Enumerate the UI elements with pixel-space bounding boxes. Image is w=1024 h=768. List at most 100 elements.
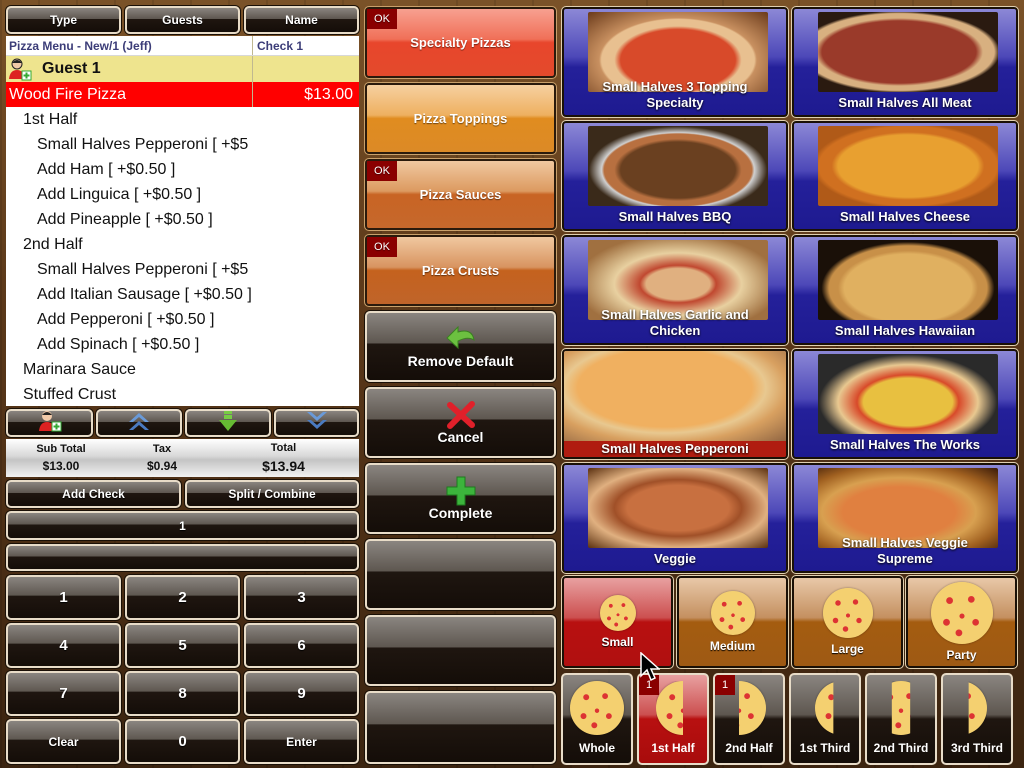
order-line-group[interactable]: 1st Half — [6, 107, 359, 132]
keypad-key-label: Clear — [48, 734, 79, 749]
category-pizza-sauces[interactable]: OK Pizza Sauces — [364, 158, 557, 231]
pizza-size-icon — [710, 591, 755, 635]
keypad-key-8[interactable]: 8 — [125, 671, 240, 716]
keypad-key-enter[interactable]: Enter — [244, 719, 359, 764]
empty-action-button-1[interactable] — [365, 539, 556, 610]
guest-row[interactable]: Guest 1 — [6, 56, 359, 82]
pizza-tile[interactable]: Small Halves Veggie Supreme — [791, 462, 1019, 574]
portion-label: Whole — [579, 741, 615, 755]
category-specialty-pizzas[interactable]: OK Specialty Pizzas — [364, 6, 557, 79]
size-label: Large — [831, 642, 864, 656]
size-medium-button[interactable]: Medium — [676, 575, 789, 669]
order-line-text: Small Halves Pepperoni [ +$5 — [37, 135, 249, 153]
portion-1st-half-button[interactable]: 1 1st Half — [637, 673, 709, 765]
portion-label: 1st Third — [799, 741, 851, 755]
add-guest-button[interactable] — [6, 409, 93, 437]
pizza-tile[interactable]: Veggie — [561, 462, 789, 574]
order-line-text: Small Halves Pepperoni [ +$5 — [37, 260, 249, 278]
tax-label: Tax — [152, 443, 172, 455]
category-pizza-toppings[interactable]: Pizza Toppings — [364, 82, 557, 155]
keypad-key-label: 1 — [59, 589, 68, 606]
complete-button[interactable]: Complete — [365, 463, 556, 534]
total: Total $13.94 — [208, 439, 359, 477]
pizza-name: Small Halves BBQ — [618, 209, 732, 224]
order-line-modifier[interactable]: Add Italian Sausage [ +$0.50 ] — [6, 282, 359, 307]
empty-action-button-3[interactable] — [365, 691, 556, 764]
order-line-modifier[interactable]: Add Pineapple [ +$0.50 ] — [6, 207, 359, 232]
pizza-tile[interactable]: Small Halves Hawaiian — [791, 234, 1019, 346]
size-label: Party — [946, 648, 977, 662]
red-x-icon — [446, 400, 476, 429]
order-line-modifier[interactable]: Small Halves Pepperoni [ +$5 — [6, 132, 359, 157]
pizza-tile[interactable]: Small Halves BBQ — [561, 120, 789, 232]
remove-default-label: Remove Default — [407, 352, 514, 369]
add-guest-icon — [38, 410, 62, 437]
keypad-key-0[interactable]: 0 — [125, 719, 240, 764]
portion-whole-button[interactable]: Whole — [561, 673, 633, 765]
tab-type[interactable]: Type — [6, 6, 121, 34]
tax-value: $0.94 — [146, 459, 178, 473]
keypad-key-3[interactable]: 3 — [244, 575, 359, 620]
keypad-key-6[interactable]: 6 — [244, 623, 359, 668]
pizza-photo — [564, 351, 786, 443]
quantity-value: 1 — [179, 518, 186, 533]
remove-default-button[interactable]: Remove Default — [365, 311, 556, 382]
tab-guests-label: Guests — [162, 13, 203, 27]
keypad-key-7[interactable]: 7 — [6, 671, 121, 716]
portion-2nd-half-button[interactable]: 1 2nd Half — [713, 673, 785, 765]
add-check-button[interactable]: Add Check — [6, 480, 181, 508]
order-line-modifier[interactable]: Add Ham [ +$0.50 ] — [6, 157, 359, 182]
pizza-tile[interactable]: Small Halves All Meat — [791, 6, 1019, 118]
pizza-name: Small Halves Hawaiian — [834, 323, 976, 338]
scroll-up-button[interactable] — [96, 409, 182, 437]
tab-name[interactable]: Name — [244, 6, 359, 34]
pizza-tile[interactable]: Small Halves 3 Topping Specialty — [561, 6, 789, 118]
keypad-key-clear[interactable]: Clear — [6, 719, 121, 764]
order-line-modifier[interactable]: Small Halves Pepperoni [ +$5 — [6, 257, 359, 282]
move-down-button[interactable] — [185, 409, 271, 437]
subtotal-label: Sub Total — [36, 443, 86, 455]
empty-action-button-2[interactable] — [365, 615, 556, 686]
pizza-photo — [818, 240, 998, 320]
tab-guests[interactable]: Guests — [125, 6, 240, 34]
complete-label: Complete — [428, 504, 493, 521]
scroll-down-button[interactable] — [274, 409, 359, 437]
cancel-button[interactable]: Cancel — [365, 387, 556, 458]
pizza-size-icon — [822, 588, 873, 638]
size-party-button[interactable]: Party — [905, 575, 1018, 669]
pizza-tile[interactable]: Small Halves The Works — [791, 348, 1019, 460]
keypad-key-4[interactable]: 4 — [6, 623, 121, 668]
tab-type-label: Type — [49, 13, 78, 27]
order-line-modifier[interactable]: Add Pepperoni [ +$0.50 ] — [6, 307, 359, 332]
category-pizza-crusts[interactable]: OK Pizza Crusts — [364, 234, 557, 307]
cancel-label: Cancel — [437, 428, 484, 445]
order-line-group[interactable]: Stuffed Crust — [6, 382, 359, 406]
tab-name-label: Name — [285, 13, 318, 27]
ok-badge: OK — [367, 237, 397, 257]
quantity-display[interactable]: 1 — [6, 511, 359, 540]
order-line-text: Add Pineapple [ +$0.50 ] — [37, 210, 213, 228]
portion-2nd-third-button[interactable]: 2nd Third — [865, 673, 937, 765]
portion-1st-third-button[interactable]: 1st Third — [789, 673, 861, 765]
keypad-key-label: Enter — [286, 734, 317, 749]
keypad-key-9[interactable]: 9 — [244, 671, 359, 716]
split-combine-button[interactable]: Split / Combine — [185, 480, 359, 508]
category-label: Pizza Toppings — [413, 111, 508, 126]
keypad-key-label: 7 — [59, 685, 68, 702]
order-list[interactable]: Pizza Menu - New/1 (Jeff) Check 1 Guest … — [6, 36, 359, 406]
pizza-tile[interactable]: Small Halves Pepperoni — [561, 348, 789, 460]
portion-3rd-third-button[interactable]: 3rd Third — [941, 673, 1013, 765]
order-line-modifier[interactable]: Add Spinach [ +$0.50 ] — [6, 332, 359, 357]
size-large-button[interactable]: Large — [791, 575, 904, 669]
order-line-modifier[interactable]: Add Linguica [ +$0.50 ] — [6, 182, 359, 207]
keypad-key-2[interactable]: 2 — [125, 575, 240, 620]
order-line-group[interactable]: Marinara Sauce — [6, 357, 359, 382]
keypad-key-5[interactable]: 5 — [125, 623, 240, 668]
pizza-tile[interactable]: Small Halves Cheese — [791, 120, 1019, 232]
pizza-tile[interactable]: Small Halves Garlic and Chicken — [561, 234, 789, 346]
entry-display[interactable] — [6, 544, 359, 571]
order-line-group[interactable]: 2nd Half — [6, 232, 359, 257]
keypad-key-1[interactable]: 1 — [6, 575, 121, 620]
totals-bar: Sub Total $13.00 Tax $0.94 Total $13.94 — [6, 439, 359, 477]
order-item-selected[interactable]: Wood Fire Pizza $13.00 — [6, 82, 359, 107]
